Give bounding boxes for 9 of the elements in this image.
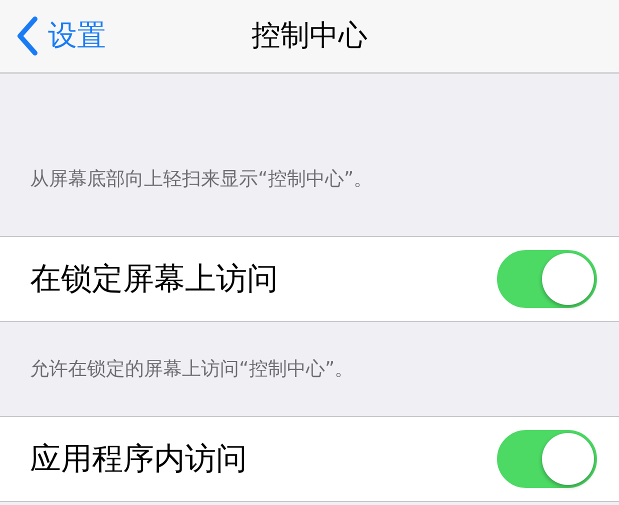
back-button[interactable]: 设置 (0, 6, 106, 66)
row-label: 应用程序内访问 (30, 440, 247, 479)
section-footer-text: 从屏幕底部向上轻扫来显示“控制中心”。 (30, 167, 373, 192)
nav-title: 控制中心 (252, 17, 368, 54)
row-label: 在锁定屏幕上访问 (30, 260, 278, 299)
section-footer-text: 允许在锁定的屏幕上访问“控制中心”。 (30, 357, 354, 382)
chevron-left-icon (16, 16, 38, 56)
toggle-switch[interactable] (497, 430, 597, 488)
toggle-switch[interactable] (497, 250, 597, 308)
